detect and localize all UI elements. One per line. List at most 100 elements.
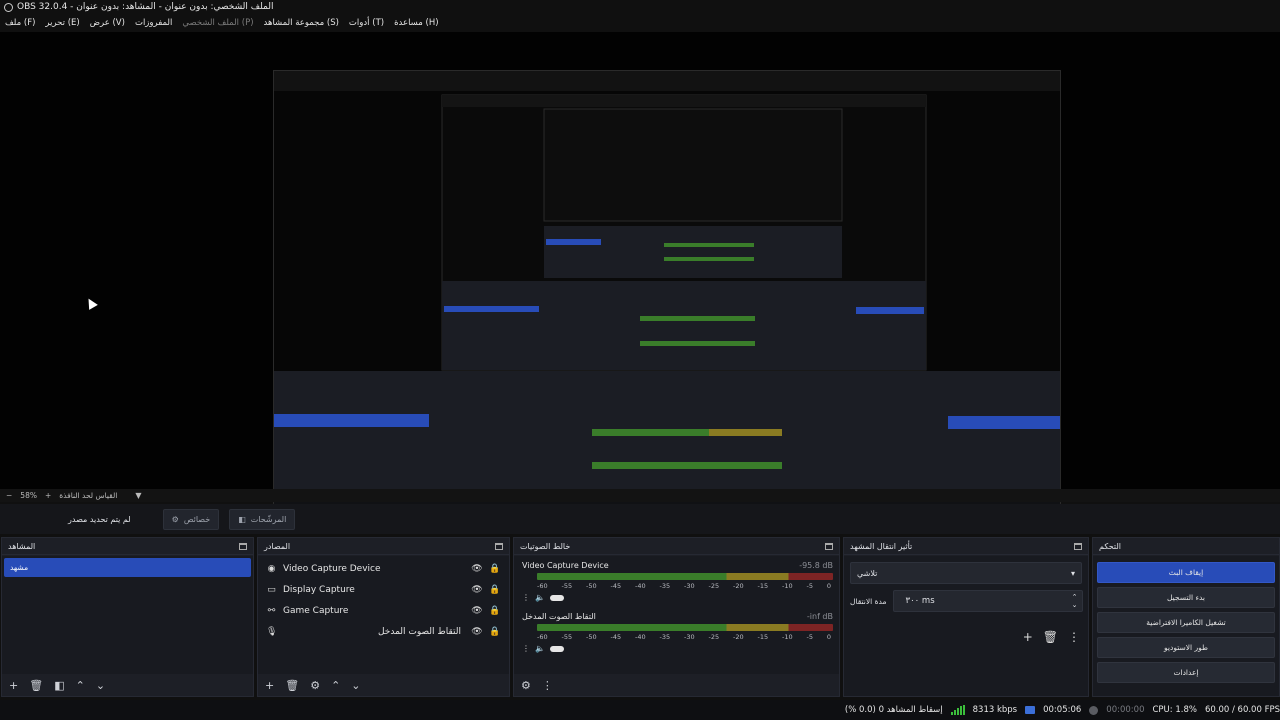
undock-icon[interactable] [825, 542, 833, 550]
menu-scene-collection[interactable]: مجموعة المشاهد (S) [264, 14, 339, 32]
trash-icon[interactable]: 🗑 [1043, 630, 1058, 644]
duration-row: مدة الانتقال ٣٠٠ ms ⌃ ⌄ [844, 590, 1088, 612]
menu-tools[interactable]: أدوات (T) [349, 14, 384, 32]
eye-icon[interactable]: 👁 [471, 585, 483, 595]
menu-docks[interactable]: المفروزات [135, 14, 172, 32]
scale-tick: -20 [733, 582, 744, 590]
gamepad-icon: ⚯ [267, 605, 276, 616]
stop-streaming-button[interactable]: إيقاف البث [1097, 562, 1275, 583]
filters-button[interactable]: ◧ المرشّحات [229, 508, 296, 530]
scale-tick: -25 [708, 633, 720, 641]
stream-time: 00:05:06 [1043, 705, 1082, 715]
undock-icon[interactable] [495, 542, 503, 550]
scale-tick: -30 [684, 582, 695, 590]
channel-db: -inf dB [806, 612, 833, 621]
chevron-down-icon[interactable]: ▼ [135, 491, 141, 500]
preview-area[interactable] [0, 32, 1280, 513]
mixer-channel: Video Capture Device -95.8 dB -60 -55 -5… [514, 556, 839, 602]
audio-mixer-dock: خالط الصوتيات Video Capture Device -95.8… [513, 537, 840, 697]
scenes-dock: المشاهد مشهد + 🗑 ◧ ⌃ ⌄ [1, 537, 254, 697]
menu-profile[interactable]: الملف الشخصي (P) [182, 14, 253, 32]
source-item[interactable]: ◉ Video Capture Device 👁 🔒 [258, 558, 509, 579]
source-name: Display Capture [283, 584, 355, 595]
menu-edit[interactable]: تحرير (E) [45, 14, 79, 32]
controls-dock-header: التحكم [1093, 538, 1279, 555]
zoom-out-icon[interactable]: − [6, 491, 12, 500]
sources-title: المصادر [264, 541, 291, 551]
scale-tick: -30 [684, 633, 695, 641]
trash-icon[interactable]: 🗑 [285, 679, 299, 692]
scale-tick: -10 [782, 633, 793, 641]
source-item[interactable]: 🎙 التقاط الصوت المدخل 👁 🔒 [258, 621, 509, 642]
more-options-icon[interactable]: ⋮ [542, 679, 553, 692]
studio-mode-button[interactable]: طور الاستوديو [1097, 637, 1275, 658]
spin-arrows-icon[interactable]: ⌃ ⌄ [1072, 593, 1078, 609]
scale-tick: -45 [610, 582, 622, 590]
chevron-down-icon[interactable]: ⌄ [96, 679, 105, 692]
monitor-icon: ▭ [267, 584, 276, 595]
scale-mode-label[interactable]: القياس لحد النافذة [59, 491, 117, 500]
more-options-icon[interactable]: ⋮ [1068, 630, 1080, 644]
source-name: Game Capture [283, 605, 349, 616]
volume-slider[interactable] [549, 594, 564, 601]
window-title: OBS 32.0.4 - الملف الشخصي: بدون عنوان - … [17, 2, 274, 12]
add-icon[interactable]: + [1023, 630, 1033, 644]
stream-icon [1025, 706, 1036, 714]
cpu-usage: CPU: 1.8% [1152, 705, 1197, 715]
scene-item[interactable]: مشهد [4, 558, 251, 577]
scenes-title: المشاهد [8, 541, 36, 551]
gear-icon: ⚙ [171, 514, 179, 524]
preview-canvas[interactable] [273, 70, 1061, 513]
scene-filter-icon[interactable]: ◧ [54, 679, 64, 692]
scale-tick: -55 [561, 582, 573, 590]
start-virtual-camera-button[interactable]: تشغيل الكاميرا الافتراضية [1097, 612, 1275, 633]
lock-icon[interactable]: 🔒 [489, 627, 501, 637]
menu-file[interactable]: ملف (F) [5, 14, 35, 32]
channel-name: التقاط الصوت المدخل [522, 612, 596, 621]
chevron-up-icon[interactable]: ⌃ [331, 679, 340, 692]
volume-slider[interactable] [549, 645, 564, 652]
more-options-icon[interactable]: ⋮ [522, 593, 530, 602]
meter-scale: -60 -55 -50 -45 -40 -35 -30 -25 -20 -15 … [537, 633, 831, 641]
controls-title: التحكم [1099, 541, 1121, 551]
transitions-footer: + 🗑 ⋮ [1023, 630, 1080, 644]
scale-tick: -50 [586, 582, 597, 590]
lock-icon[interactable]: 🔒 [489, 564, 501, 574]
scale-tick: -10 [782, 582, 793, 590]
duration-spinbox[interactable]: ٣٠٠ ms ⌃ ⌄ [892, 590, 1083, 612]
menu-view[interactable]: عرض (V) [90, 14, 125, 32]
chevron-up-icon[interactable]: ⌃ [76, 679, 85, 692]
speaker-icon[interactable]: 🔈 [535, 593, 545, 602]
eye-icon[interactable]: 👁 [471, 627, 483, 637]
eye-icon[interactable]: 👁 [471, 606, 483, 616]
controls-dock: التحكم إيقاف البث بدء التسجيل تشغيل الكا… [1092, 537, 1280, 697]
start-recording-button[interactable]: بدء التسجيل [1097, 587, 1275, 608]
controls-body: إيقاف البث بدء التسجيل تشغيل الكاميرا ال… [1093, 556, 1279, 696]
more-options-icon[interactable]: ⋮ [522, 644, 530, 653]
zoom-in-icon[interactable]: + [45, 491, 51, 500]
undock-icon[interactable] [239, 542, 247, 550]
properties-button[interactable]: ⚙ خصائص [162, 508, 220, 530]
no-source-label: لم يتم تحديد مصدر [68, 514, 131, 524]
chevron-down-icon[interactable]: ⌄ [351, 679, 360, 692]
transition-select[interactable]: تلاشي ▾ [850, 562, 1082, 584]
lock-icon[interactable]: 🔒 [489, 585, 501, 595]
add-icon[interactable]: + [265, 679, 274, 692]
settings-button[interactable]: إعدادات [1097, 662, 1275, 683]
menu-help[interactable]: مساعدة (H) [394, 14, 438, 32]
duration-value: ٣٠٠ ms [905, 596, 935, 606]
microphone-icon: 🎙 [266, 626, 278, 637]
gear-icon[interactable]: ⚙ [310, 679, 320, 692]
speaker-icon[interactable]: 🔈 [535, 644, 545, 653]
undock-icon[interactable] [1074, 542, 1082, 550]
add-icon[interactable]: + [9, 679, 18, 692]
source-item[interactable]: ⚯ Game Capture 👁 🔒 [258, 600, 509, 621]
eye-icon[interactable]: 👁 [471, 564, 483, 574]
sources-footer: + 🗑 ⚙ ⌃ ⌄ [258, 674, 509, 696]
properties-label: خصائص [183, 514, 211, 524]
lock-icon[interactable]: 🔒 [489, 606, 501, 616]
mixer-settings-icon[interactable]: ⚙ [521, 679, 531, 692]
source-item[interactable]: ▭ Display Capture 👁 🔒 [258, 579, 509, 600]
network-strength-icon [950, 705, 965, 715]
trash-icon[interactable]: 🗑 [29, 679, 43, 692]
